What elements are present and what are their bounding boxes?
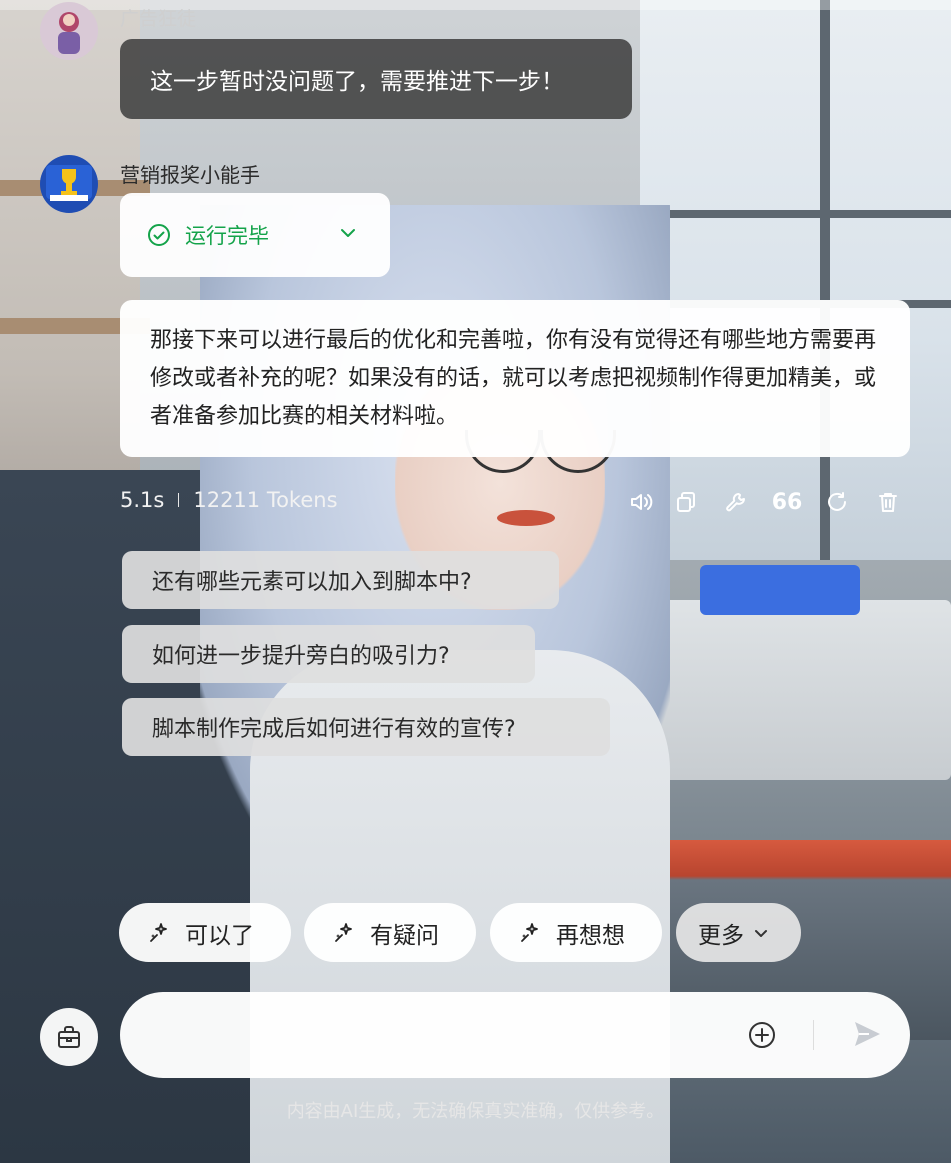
bot-reply-bubble: 那接下来可以进行最后的优化和完善啦，你有没有觉得还有哪些地方需要再修改或者补充的… [120, 300, 910, 457]
suggestion-chip[interactable]: 如何进一步提升旁白的吸引力? [122, 625, 535, 683]
toolbox-button[interactable] [40, 1008, 98, 1066]
token-count: 12211 Tokens [193, 488, 338, 512]
user-message-bubble: 这一步暂时没问题了，需要推进下一步！ [120, 39, 632, 119]
quick-reply-label: 再想想 [556, 922, 625, 949]
run-status-card[interactable]: 运行完毕 [120, 193, 390, 277]
more-label: 更多 [698, 922, 744, 949]
toolbox-icon [55, 1023, 83, 1051]
user-message-text: 这一步暂时没问题了，需要推进下一步！ [150, 69, 564, 95]
ai-disclaimer: 内容由AI生成，无法确保真实准确，仅供参考。 [286, 1101, 665, 1122]
chevron-down-icon [752, 924, 770, 942]
quick-reply-label: 有疑问 [370, 922, 439, 949]
message-input[interactable] [150, 1014, 734, 1058]
sparkle-icon [518, 921, 542, 945]
message-input-box [120, 992, 910, 1078]
bot-name: 营销报奖小能手 [120, 163, 260, 187]
send-icon[interactable] [851, 1018, 883, 1054]
chevron-down-icon[interactable] [338, 223, 358, 247]
wrench-icon[interactable] [720, 486, 752, 518]
quick-reply-rethink-button[interactable]: 再想想 [490, 903, 662, 962]
bot-reply-text: 那接下来可以进行最后的优化和完善啦，你有没有觉得还有哪些地方需要再修改或者补充的… [150, 328, 877, 429]
quick-reply-ok-button[interactable]: 可以了 [119, 903, 291, 962]
refresh-icon[interactable] [821, 486, 853, 518]
suggestion-text: 如何进一步提升旁白的吸引力? [152, 644, 450, 669]
sparkle-icon [332, 921, 356, 945]
user-avatar [40, 2, 98, 60]
bot-avatar [40, 155, 98, 213]
reply-meta: 5.1s 12211 Tokens [120, 488, 338, 512]
user-name: 广告狂徒 [120, 8, 197, 30]
meta-divider [178, 493, 180, 507]
check-circle-icon [147, 223, 171, 247]
suggestion-chip[interactable]: 脚本制作完成后如何进行有效的宣传? [122, 698, 610, 756]
more-button[interactable]: 更多 [676, 903, 801, 962]
quote-icon[interactable]: 66 [771, 486, 803, 518]
input-divider [813, 1020, 814, 1050]
copy-icon[interactable] [670, 486, 702, 518]
suggestion-chip[interactable]: 还有哪些元素可以加入到脚本中? [122, 551, 559, 609]
plus-circle-icon[interactable] [748, 1021, 776, 1053]
sparkle-icon [147, 921, 171, 945]
trash-icon[interactable] [872, 486, 904, 518]
suggestion-text: 还有哪些元素可以加入到脚本中? [152, 570, 472, 595]
speaker-icon[interactable] [625, 486, 657, 518]
quick-reply-label: 可以了 [185, 922, 254, 949]
quick-reply-question-button[interactable]: 有疑问 [304, 903, 476, 962]
suggestion-text: 脚本制作完成后如何进行有效的宣传? [152, 717, 516, 742]
run-status-label: 运行完毕 [185, 224, 269, 248]
elapsed-time: 5.1s [120, 488, 165, 512]
